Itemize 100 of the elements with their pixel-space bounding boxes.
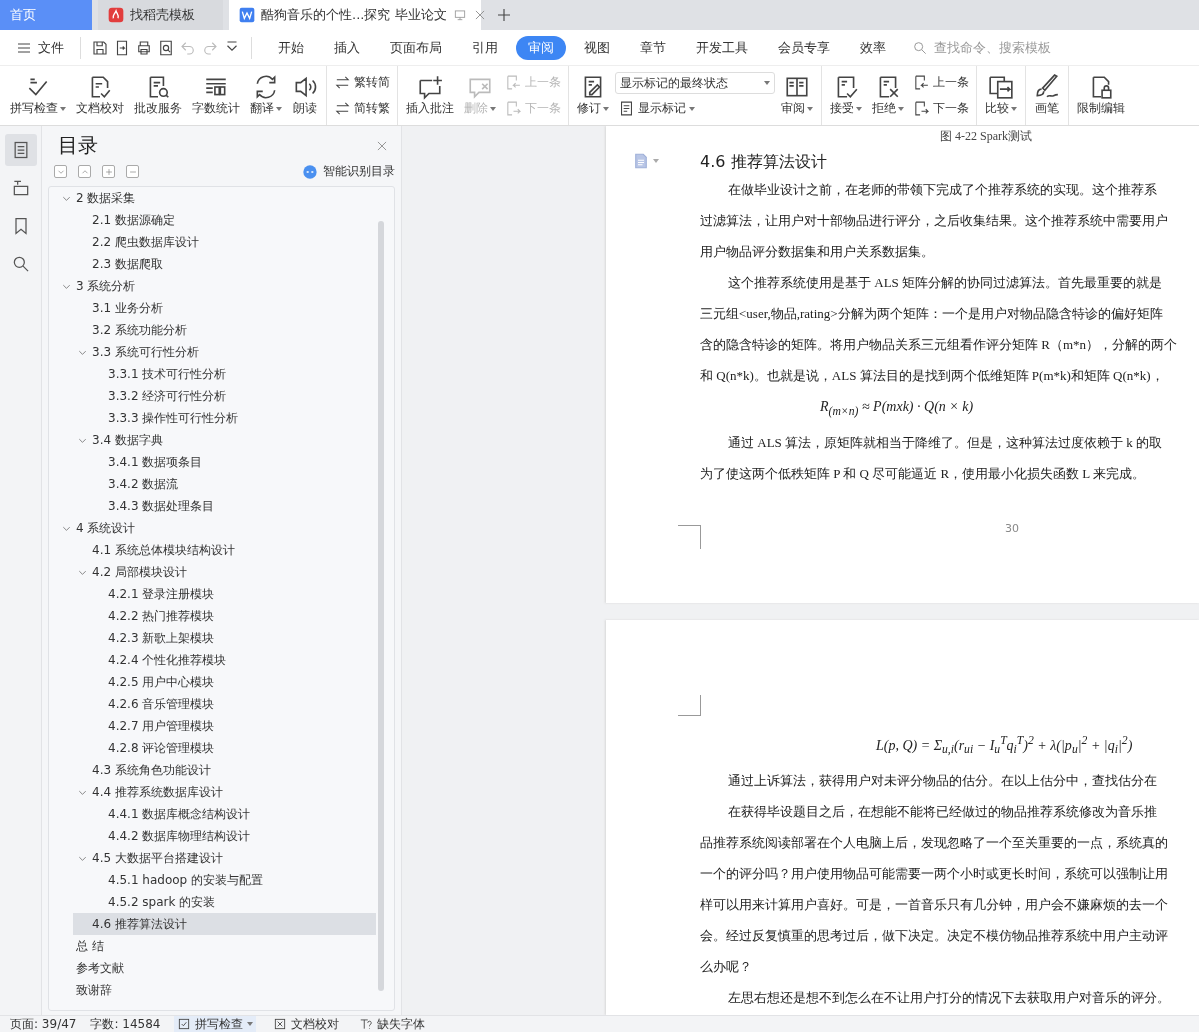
ribbon-button[interactable]: 文档校对 [72, 68, 128, 123]
toc-item[interactable]: 3.1 业务分析 [73, 297, 376, 319]
search-icon [912, 39, 928, 56]
ribbon-button[interactable]: 审阅 [777, 68, 817, 123]
plus-button[interactable] [102, 165, 115, 178]
ribbon-button[interactable]: 拼写检查 [6, 68, 70, 123]
panel-title: 目录 [58, 132, 98, 159]
toc-item[interactable]: 4.2.5 用户中心模块 [89, 671, 376, 693]
ribbon-tab[interactable]: 开发工具 [684, 35, 760, 60]
ribbon-button[interactable]: 下一条 [910, 97, 972, 119]
ribbon-button[interactable]: 繁转简 [331, 72, 393, 94]
toc-item[interactable]: 3.3.3 操作性可行性分析 [89, 407, 376, 429]
ribbon-button[interactable]: 比较 [981, 68, 1021, 123]
toc-item[interactable]: 4 系统设计 [57, 517, 376, 539]
toc-item[interactable]: 4.2.6 音乐管理模块 [89, 693, 376, 715]
toc-item[interactable]: 3.4.3 数据处理条目 [89, 495, 376, 517]
toc-item[interactable]: 4.2.2 热门推荐模块 [89, 605, 376, 627]
ribbon-button[interactable]: 朗读 [288, 68, 322, 123]
minus-button[interactable] [126, 165, 139, 178]
toc-item[interactable]: 4.2.8 评论管理模块 [89, 737, 376, 759]
toc-item[interactable]: 3.4.1 数据项条目 [89, 451, 376, 473]
formula: R$_{(m×n)}$ ≈ P(mxk) · Q(n × k) [819, 398, 975, 420]
ribbon-tab[interactable]: 引用 [460, 35, 510, 60]
toc-item[interactable]: 致谢辞 [57, 979, 376, 1001]
toc-item[interactable]: 4.1 系统总体模块结构设计 [73, 539, 376, 561]
toc-item[interactable]: 3.4 数据字典 [73, 429, 376, 451]
toc-item[interactable]: 4.3 系统角色功能设计 [73, 759, 376, 781]
scrollbar[interactable] [378, 221, 384, 991]
page-count: 页面: 39/47 [10, 1015, 77, 1032]
toc-item[interactable]: 2.1 数据源确定 [73, 209, 376, 231]
paragraph-line: 在获得毕设题目之后，在想能不能将已经做过的物品推荐系统修改为音乐推 [727, 803, 1158, 822]
document-icon [632, 152, 650, 170]
toc-item[interactable]: 3.2 系统功能分析 [73, 319, 376, 341]
ribbon-tab[interactable]: 效率 [848, 35, 898, 60]
toc-item[interactable]: 2 数据采集 [57, 187, 376, 209]
file-menu[interactable]: 文件 [8, 38, 72, 57]
document-magnifier-icon[interactable] [157, 38, 175, 57]
toc-item[interactable]: 3.4.2 数据流 [89, 473, 376, 495]
toc-item[interactable]: 2.2 爬虫数据库设计 [73, 231, 376, 253]
toc-item[interactable]: 4.5.1 hadoop 的安装与配置 [89, 869, 376, 891]
missing-fonts-button[interactable]: 缺失字体 [356, 1015, 429, 1032]
ribbon-button[interactable]: 批改服务 [130, 68, 186, 123]
toc-item[interactable]: 4.2.3 新歌上架模块 [89, 627, 376, 649]
toc-item[interactable]: 4.2.7 用户管理模块 [89, 715, 376, 737]
toc-item[interactable]: 4.5 大数据平台搭建设计 [73, 847, 376, 869]
printer-icon[interactable] [135, 38, 153, 57]
ribbon-button[interactable]: 拒绝 [868, 68, 908, 123]
toc-item[interactable]: 4.2.4 个性化推荐模块 [89, 649, 376, 671]
plus-icon[interactable] [495, 6, 513, 24]
document-arrow-icon [505, 74, 522, 92]
ribbon-tab[interactable]: 审阅 [516, 35, 566, 60]
ribbon-button[interactable]: 字数统计 [188, 68, 244, 123]
ribbon-button[interactable]: 限制编辑 [1073, 68, 1129, 123]
crop-mark [678, 525, 701, 549]
paragraph-line: 为了使这两个低秩矩阵 P 和 Q 尽可能逼近 R，使用最小化损失函数 L 来完成。 [700, 464, 1146, 483]
toc-item[interactable]: 4.2 局部模块设计 [73, 561, 376, 583]
toc-item[interactable]: 4.4 推荐系统数据库设计 [73, 781, 376, 803]
toc-item[interactable]: 3.3.2 经济可行性分析 [89, 385, 376, 407]
toc-item[interactable]: 4.6 推荐算法设计 [73, 913, 376, 935]
toc-item[interactable]: 参考文献 [57, 957, 376, 979]
expand-button[interactable] [78, 165, 91, 178]
ribbon-tab[interactable]: 开始 [266, 35, 316, 60]
ribbon-tab[interactable]: 插入 [322, 35, 372, 60]
toc-item[interactable]: 4.4.1 数据库概念结构设计 [89, 803, 376, 825]
ribbon-tab[interactable]: 会员专享 [766, 35, 842, 60]
paragraph-line: 会。经过反复慎重的思考过后，做下决定。决定不模仿物品推荐系统中用户主动评 [700, 927, 1169, 946]
crop-mark [678, 695, 701, 716]
tab[interactable]: 找稻壳模板 [98, 0, 223, 30]
ribbon-tab[interactable]: 章节 [628, 35, 678, 60]
flame-logo-icon [108, 7, 124, 23]
toc-item[interactable]: 3.3.1 技术可行性分析 [89, 363, 376, 385]
save-icon[interactable] [91, 38, 109, 57]
ribbon-button[interactable]: 简转繁 [331, 97, 393, 119]
toc-item[interactable]: 总 结 [57, 935, 376, 957]
caret-icon [247, 1022, 254, 1026]
section-heading: 4.6 推荐算法设计 [700, 151, 828, 173]
paragraph-line: 这个推荐系统使用是基于 ALS 矩阵分解的协同过滤算法。首先最重要的就是 [727, 274, 1164, 292]
toc-item[interactable]: 4.4.2 数据库物理结构设计 [89, 825, 376, 847]
ribbon-button[interactable]: 画笔 [1030, 68, 1064, 123]
spell-check-button[interactable]: 拼写检查 [174, 1015, 257, 1032]
smart-toc-button[interactable]: 智能识别目录 [302, 163, 395, 180]
sidebar-tab[interactable] [4, 134, 37, 166]
dropdown-field[interactable]: 显示标记的最终状态 [615, 72, 775, 94]
ribbon-button[interactable]: 接受 [826, 68, 866, 123]
ribbon-tab[interactable]: 页面布局 [378, 35, 454, 60]
search-field[interactable]: 查找命令、搜索模板 [912, 39, 1072, 56]
ribbon-button[interactable]: 显示标记 [615, 98, 698, 119]
toc-item[interactable]: 2.3 数据爬取 [73, 253, 376, 275]
ribbon-button[interactable]: 修订 [573, 68, 613, 123]
ribbon-button[interactable]: 插入批注 [402, 68, 458, 123]
ribbon-button[interactable]: 上一条 [910, 72, 972, 94]
proofread-button[interactable]: 文档校对 [270, 1015, 343, 1032]
paragraph-line: 通过 ALS 算法，原矩阵就相当于降维了。但是，这种算法过度依赖于 k 的取 [727, 433, 1164, 452]
ribbon-tab[interactable]: 视图 [572, 35, 622, 60]
toc-item[interactable]: 4.2.1 登录注册模块 [89, 583, 376, 605]
collapse-button[interactable] [54, 165, 67, 178]
toc-item[interactable]: 3.3 系统可行性分析 [73, 341, 376, 363]
toc-item[interactable]: 4.5.2 spark 的安装 [89, 891, 376, 913]
ribbon-button[interactable]: 翻译 [246, 68, 286, 123]
toc-item[interactable]: 3 系统分析 [57, 275, 376, 297]
